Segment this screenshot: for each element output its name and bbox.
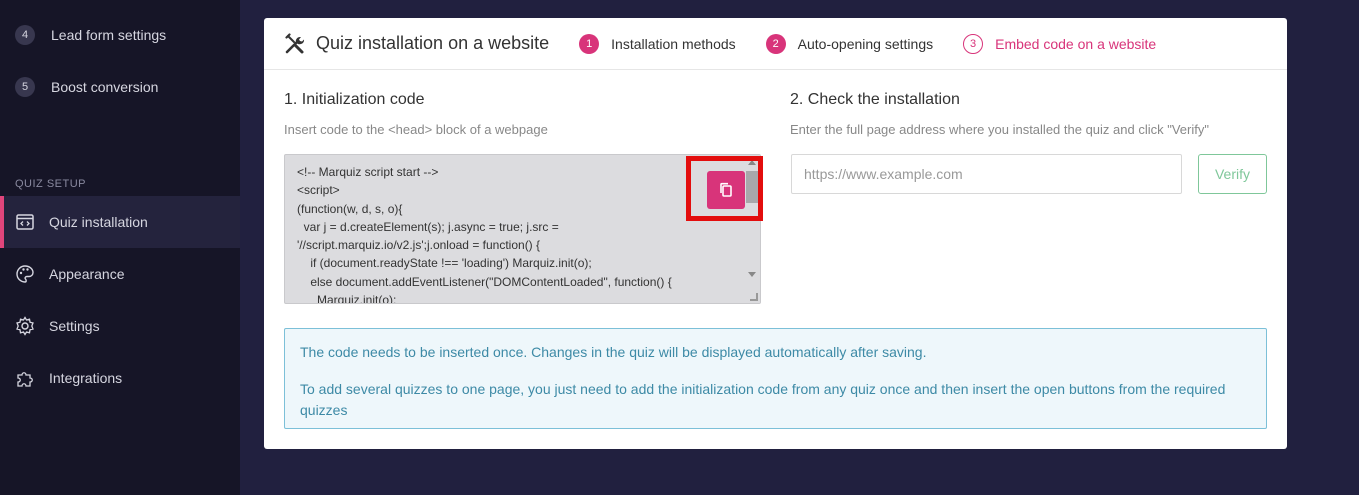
code-line: var j = d.createElement(s); j.async = tr…: [297, 219, 559, 234]
palette-icon: [15, 264, 35, 284]
code-window-icon: [15, 212, 35, 232]
sidebar-item-label: Integrations: [49, 370, 123, 386]
sidebar-item-label: Appearance: [49, 266, 125, 282]
info-text: The code needs to be inserted once. Chan…: [300, 344, 927, 360]
init-code-subtitle: Insert code to the <head> block of a web…: [284, 122, 548, 137]
step-number: 4: [15, 25, 35, 45]
step-number: 5: [15, 77, 35, 97]
sidebar-item-quiz-installation[interactable]: Quiz installation: [0, 196, 240, 248]
step-label: Installation methods: [611, 35, 736, 52]
sidebar-step-boost-conversion[interactable]: 5 Boost conversion: [0, 61, 240, 113]
code-line: <script>: [297, 183, 340, 198]
resize-grip-icon[interactable]: [750, 293, 758, 301]
step-embed-code[interactable]: 3 Embed code on a website: [963, 33, 1157, 54]
check-installation-subtitle: Enter the full page address where you in…: [790, 122, 1209, 137]
info-notice: The code needs to be inserted once. Chan…: [284, 328, 1267, 429]
sidebar-item-appearance[interactable]: Appearance: [0, 248, 240, 300]
step-label: Embed code on a website: [995, 35, 1157, 52]
copy-code-button[interactable]: [707, 171, 745, 209]
gear-icon: [15, 316, 35, 336]
step-number: 3: [963, 33, 984, 54]
sidebar-step-label: Lead form settings: [51, 27, 167, 43]
scroll-down-arrow-icon[interactable]: [748, 272, 756, 277]
info-text: To add several quizzes to one page, you …: [300, 381, 1226, 418]
check-installation-title: 2. Check the installation: [790, 91, 960, 108]
page-url-input[interactable]: [791, 154, 1182, 194]
sidebar-item-label: Settings: [49, 318, 100, 334]
copy-icon: [720, 182, 732, 197]
code-line: Marquiz.init(o);: [297, 293, 397, 304]
code-line: if (document.readyState !== 'loading') M…: [297, 256, 592, 271]
card-header: Quiz installation on a website 1 Install…: [264, 18, 1287, 70]
tools-icon: [285, 32, 305, 53]
puzzle-icon: [15, 368, 35, 388]
step-auto-opening-settings[interactable]: 2 Auto-opening settings: [765, 33, 934, 54]
step-number: 1: [579, 33, 600, 54]
sidebar-step-lead-form[interactable]: 4 Lead form settings: [0, 9, 240, 61]
init-code-title: 1. Initialization code: [284, 91, 425, 108]
sidebar-item-integrations[interactable]: Integrations: [0, 352, 240, 404]
page-title: Quiz installation on a website: [284, 32, 550, 55]
code-line: '//script.marquiz.io/v2.js';j.onload = f…: [297, 238, 541, 253]
step-number: 2: [765, 33, 786, 54]
step-label: Auto-opening settings: [797, 35, 934, 52]
code-line: (function(w, d, s, o){: [297, 201, 403, 216]
section-label: QUIZ SETUP: [15, 178, 87, 190]
sidebar-item-settings[interactable]: Settings: [0, 300, 240, 352]
sidebar-step-label: Boost conversion: [51, 79, 159, 95]
sidebar-item-label: Quiz installation: [49, 214, 148, 230]
verify-button[interactable]: Verify: [1198, 154, 1267, 194]
installation-card: Quiz installation on a website 1 Install…: [264, 18, 1287, 449]
sidebar: 4 Lead form settings 5 Boost conversion …: [0, 0, 240, 495]
step-installation-methods[interactable]: 1 Installation methods: [579, 33, 736, 54]
code-line: <!-- Marquiz script start -->: [297, 165, 439, 179]
code-line: else document.addEventListener("DOMConte…: [297, 274, 672, 289]
page-title-text: Quiz installation on a website: [316, 33, 550, 53]
code-content: <!-- Marquiz script start --> <script> (…: [297, 163, 672, 304]
